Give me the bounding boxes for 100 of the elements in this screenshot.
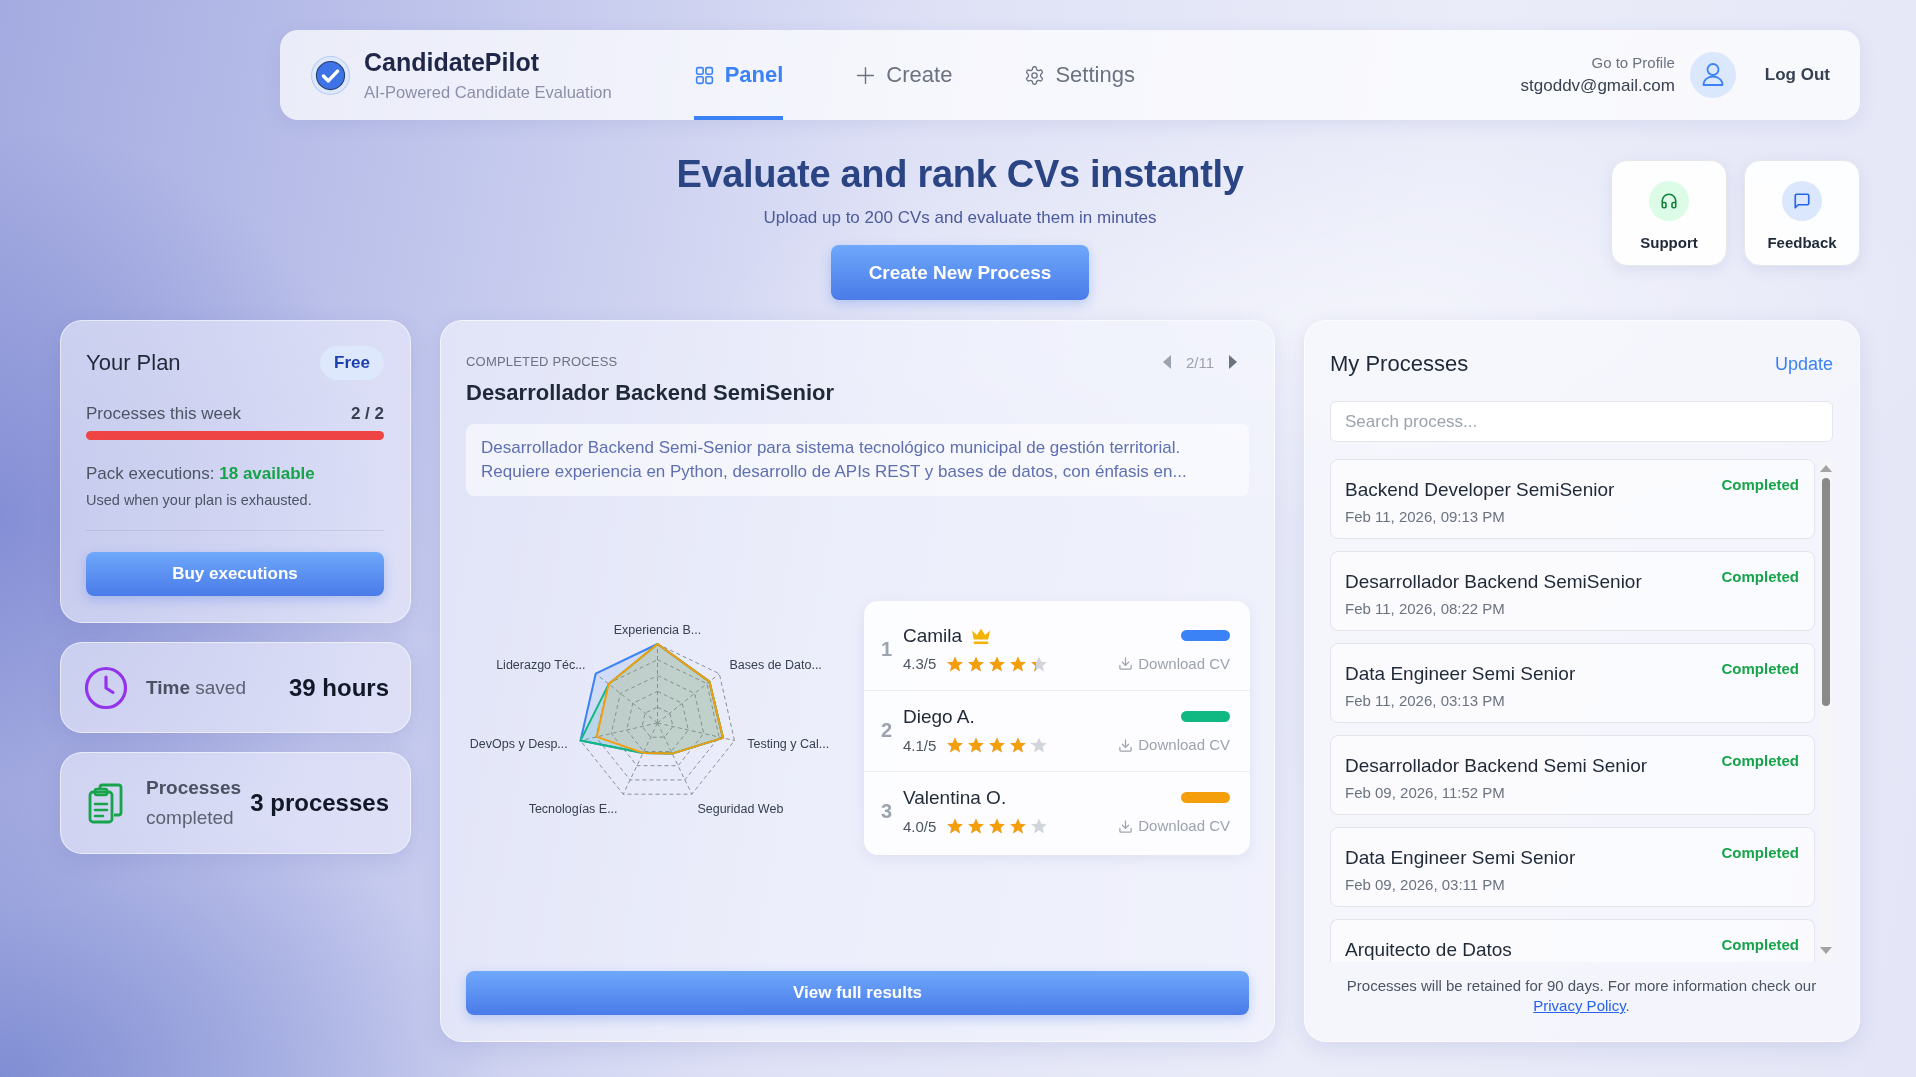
nav-tab[interactable]: Settings xyxy=(1024,30,1135,120)
star-icon xyxy=(1009,736,1028,754)
grid-icon xyxy=(693,64,715,86)
hero-title: Evaluate and rank CVs instantly xyxy=(676,152,1244,197)
process-name: Data Engineer Semi Senior xyxy=(1345,662,1576,686)
process-name: Backend Developer SemiSenior xyxy=(1345,478,1615,502)
support-button[interactable]: Support xyxy=(1611,160,1727,266)
user-email: stgoddv@gmail.com xyxy=(1520,74,1675,97)
buy-executions-button[interactable]: Buy executions xyxy=(86,552,384,596)
radar-axis-label: Seguridad Web xyxy=(697,801,784,816)
log-out-button[interactable]: Log Out xyxy=(1764,65,1830,85)
process-item[interactable]: Data Engineer Semi Senior Feb 09, 2026, 03:11 PM Completed xyxy=(1330,827,1815,907)
process-title: Desarrollador Backend SemiSenior xyxy=(466,379,835,407)
create-process-button[interactable]: Create New Process xyxy=(831,245,1089,300)
rank-number: 1 xyxy=(881,637,894,661)
rating-score: 4.1/5 xyxy=(903,736,937,754)
star-icon xyxy=(988,736,1007,754)
go-to-profile-link[interactable]: Go to Profile xyxy=(1591,53,1675,72)
star-icon xyxy=(946,736,965,754)
process-item[interactable]: Data Engineer Semi Senior Feb 11, 2026, 03:13 PM Completed xyxy=(1330,643,1815,723)
plan-note: Used when your plan is exhausted. xyxy=(86,491,313,509)
settings-icon xyxy=(1024,64,1046,86)
star-icon xyxy=(1030,736,1049,754)
radar-axis-label: Bases de Dato... xyxy=(729,657,822,672)
candidate-name: Valentina O. xyxy=(903,787,1007,809)
radar-axis-label: Experiencia B... xyxy=(613,622,702,637)
star-icon xyxy=(1009,817,1028,835)
panel-title: My Processes xyxy=(1330,351,1469,377)
stat-value: 39 hours xyxy=(288,673,389,702)
view-results-button[interactable]: View full results xyxy=(466,971,1249,1015)
process-name: Desarrollador Backend Semi Senior xyxy=(1345,754,1648,778)
retention-note: Processes will be retained for 90 days. For more information check our Privacy Policy. xyxy=(1345,976,1818,1016)
process-item[interactable]: Arquitecto de Datos Completed xyxy=(1330,919,1815,962)
user-icon[interactable] xyxy=(1689,52,1736,98)
candidate-name: Camila xyxy=(903,624,963,647)
process-name: Arquitecto de Datos xyxy=(1345,938,1512,962)
scrollbar[interactable] xyxy=(1819,459,1833,962)
download-cv-link[interactable]: Download CV xyxy=(1118,734,1230,756)
radar-axis-label: Testing y Cal... xyxy=(747,736,830,751)
download-icon xyxy=(1118,737,1134,753)
star-icon xyxy=(1030,817,1049,835)
rating-score: 4.0/5 xyxy=(903,817,937,835)
rank-number: 3 xyxy=(881,800,894,823)
radar-axis-label: Liderazgo Téc... xyxy=(496,657,586,672)
pack-executions-text: Pack executions: 18 available xyxy=(86,463,316,485)
star-icon xyxy=(967,817,986,835)
rank-number: 2 xyxy=(881,719,894,742)
caret-left-icon[interactable] xyxy=(1162,355,1171,369)
process-date: Feb 11, 2026, 09:13 PM xyxy=(1345,507,1506,527)
radar-axis-label: Tecnologías E... xyxy=(528,801,618,816)
check-circle-icon xyxy=(311,55,350,95)
process-item[interactable]: Desarrollador Backend Semi Senior Feb 09, 2026, 11:52 PM Completed xyxy=(1330,735,1815,815)
clock-icon xyxy=(84,665,128,710)
process-item[interactable]: Backend Developer SemiSenior Feb 11, 2026, 09:13 PM Completed xyxy=(1330,459,1815,539)
download-icon xyxy=(1118,818,1134,834)
radar-axis-label: DevOps y Desp... xyxy=(469,736,568,751)
process-status: Completed xyxy=(1721,843,1799,863)
process-date: Feb 11, 2026, 03:13 PM xyxy=(1345,691,1506,711)
process-status: Completed xyxy=(1721,567,1799,587)
privacy-policy-link[interactable]: Privacy Policy xyxy=(1533,997,1626,1014)
page-indicator: 2/11 xyxy=(1185,353,1214,371)
headset-icon xyxy=(1649,181,1689,221)
plan-badge: Free xyxy=(320,346,384,380)
chat-bubble-icon xyxy=(1782,181,1822,221)
stat-value: 3 processes xyxy=(250,789,389,817)
update-link[interactable]: Update xyxy=(1774,353,1833,375)
stat-label: Time saved xyxy=(146,675,246,700)
brand-tagline: AI-Powered Candidate Evaluation xyxy=(364,82,612,103)
download-icon xyxy=(1118,656,1134,671)
usage-count: 2 / 2 xyxy=(350,404,384,424)
process-date: Feb 11, 2026, 08:22 PM xyxy=(1345,599,1506,619)
process-name: Desarrollador Backend SemiSenior xyxy=(1345,570,1642,594)
process-name: Data Engineer Semi Senior xyxy=(1345,846,1576,870)
download-cv-link[interactable]: Download CV xyxy=(1118,815,1230,837)
process-status: Completed xyxy=(1721,475,1799,495)
star-icon xyxy=(946,817,965,835)
plan-title: Your Plan xyxy=(86,350,181,376)
process-date: Feb 09, 2026, 11:52 PM xyxy=(1345,783,1506,803)
process-status: Completed xyxy=(1721,751,1799,771)
process-status: Completed xyxy=(1721,935,1799,955)
process-date: Feb 09, 2026, 03:11 PM xyxy=(1345,875,1506,895)
star-icon xyxy=(988,817,1007,835)
search-field[interactable]: Search process... xyxy=(1330,401,1833,442)
star-icon xyxy=(967,736,986,754)
download-cv-link[interactable]: Download CV xyxy=(1118,652,1230,675)
process-status: Completed xyxy=(1721,659,1799,679)
brand-name: CandidatePilot xyxy=(364,47,540,77)
stat-label: Processes completed xyxy=(146,776,243,830)
usage-label: Processes this week xyxy=(86,404,241,424)
feedback-button[interactable]: Feedback xyxy=(1744,160,1860,266)
rating-score: 4.3/5 xyxy=(903,655,937,672)
process-description: Desarrollador Backend Semi-Senior para sistema tecnológico municipal de gestión territorial. Requiere experiencia en Python, desarrollo de APIs REST y bases de datos, con énfasis en... xyxy=(466,424,1249,496)
section-eyebrow: COMPLETED PROCESS xyxy=(466,354,619,370)
plus-icon xyxy=(855,64,877,86)
hero-subtitle: Upload up to 200 CVs and evaluate them in minutes xyxy=(763,207,1157,229)
candidate-name: Diego A. xyxy=(903,706,975,728)
process-item[interactable]: Desarrollador Backend SemiSenior Feb 11, 2026, 08:22 PM Completed xyxy=(1330,551,1815,631)
caret-right-icon[interactable] xyxy=(1229,355,1237,369)
nav-tab[interactable]: Panel xyxy=(693,30,784,120)
nav-tab[interactable]: Create xyxy=(855,30,953,120)
